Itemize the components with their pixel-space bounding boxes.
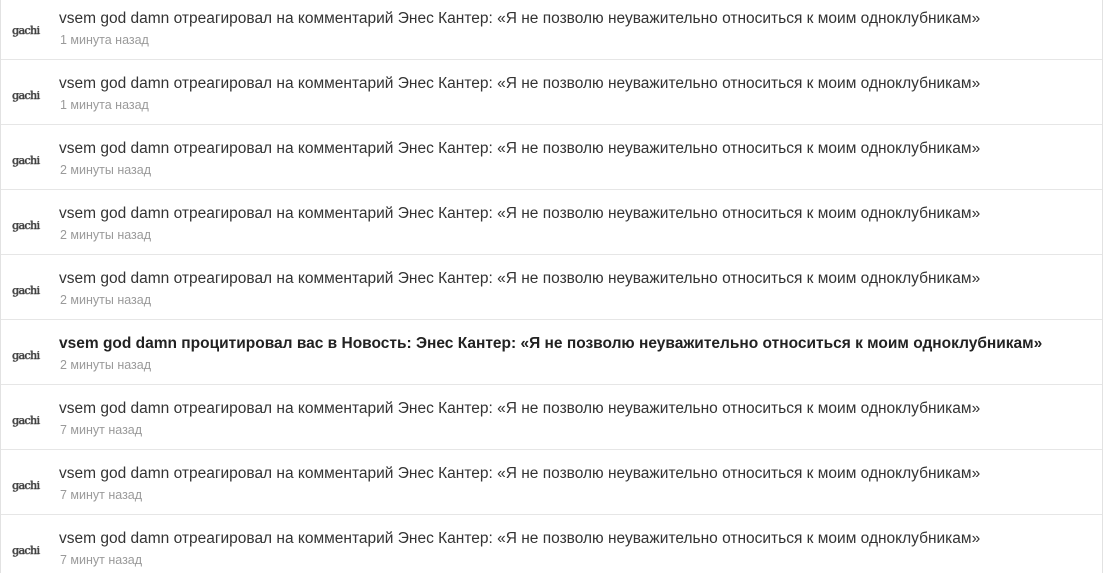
notification-text[interactable]: vsem god damn отреагировал на комментари… (59, 139, 980, 159)
notification-item[interactable]: gachi vsem god damn отреагировал на комм… (1, 60, 1102, 125)
notification-text[interactable]: vsem god damn отреагировал на комментари… (59, 529, 980, 549)
user-avatar[interactable]: gachi (12, 154, 48, 168)
notification-item-unread[interactable]: gachi vsem god damn процитировал вас в Н… (1, 320, 1102, 385)
user-avatar[interactable]: gachi (12, 544, 48, 558)
notification-item[interactable]: gachi vsem god damn отреагировал на комм… (1, 515, 1102, 573)
user-avatar[interactable]: gachi (12, 414, 48, 428)
notification-time: 1 минута назад (60, 98, 149, 112)
user-avatar[interactable]: gachi (12, 284, 48, 298)
notification-text[interactable]: vsem god damn отреагировал на комментари… (59, 9, 980, 29)
notification-time: 2 минуты назад (60, 163, 152, 177)
user-avatar[interactable]: gachi (12, 24, 48, 38)
notification-text[interactable]: vsem god damn отреагировал на комментари… (59, 464, 980, 484)
notification-text[interactable]: vsem god damn отреагировал на комментари… (59, 74, 980, 94)
notification-item[interactable]: gachi vsem god damn отреагировал на комм… (1, 255, 1102, 320)
notifications-list: gachi vsem god damn отреагировал на комм… (0, 0, 1103, 573)
notification-time: 7 минут назад (60, 488, 143, 502)
notification-time: 2 минуты назад (60, 358, 152, 372)
notification-item[interactable]: gachi vsem god damn отреагировал на комм… (1, 125, 1102, 190)
notification-item[interactable]: gachi vsem god damn отреагировал на комм… (1, 0, 1102, 60)
notification-text[interactable]: vsem god damn отреагировал на комментари… (59, 269, 980, 289)
user-avatar[interactable]: gachi (12, 219, 48, 233)
notification-item[interactable]: gachi vsem god damn отреагировал на комм… (1, 190, 1102, 255)
notification-text[interactable]: vsem god damn процитировал вас в Новость… (59, 334, 1042, 354)
user-avatar[interactable]: gachi (12, 89, 48, 103)
notification-item[interactable]: gachi vsem god damn отреагировал на комм… (1, 450, 1102, 515)
notification-time: 2 минуты назад (60, 228, 152, 242)
notification-time: 1 минута назад (60, 33, 149, 47)
notification-time: 7 минут назад (60, 423, 143, 437)
notification-time: 7 минут назад (60, 553, 143, 567)
user-avatar[interactable]: gachi (12, 349, 48, 363)
notification-text[interactable]: vsem god damn отреагировал на комментари… (59, 399, 980, 419)
notification-text[interactable]: vsem god damn отреагировал на комментари… (59, 204, 980, 224)
notification-item[interactable]: gachi vsem god damn отреагировал на комм… (1, 385, 1102, 450)
notification-time: 2 минуты назад (60, 293, 152, 307)
user-avatar[interactable]: gachi (12, 479, 48, 493)
